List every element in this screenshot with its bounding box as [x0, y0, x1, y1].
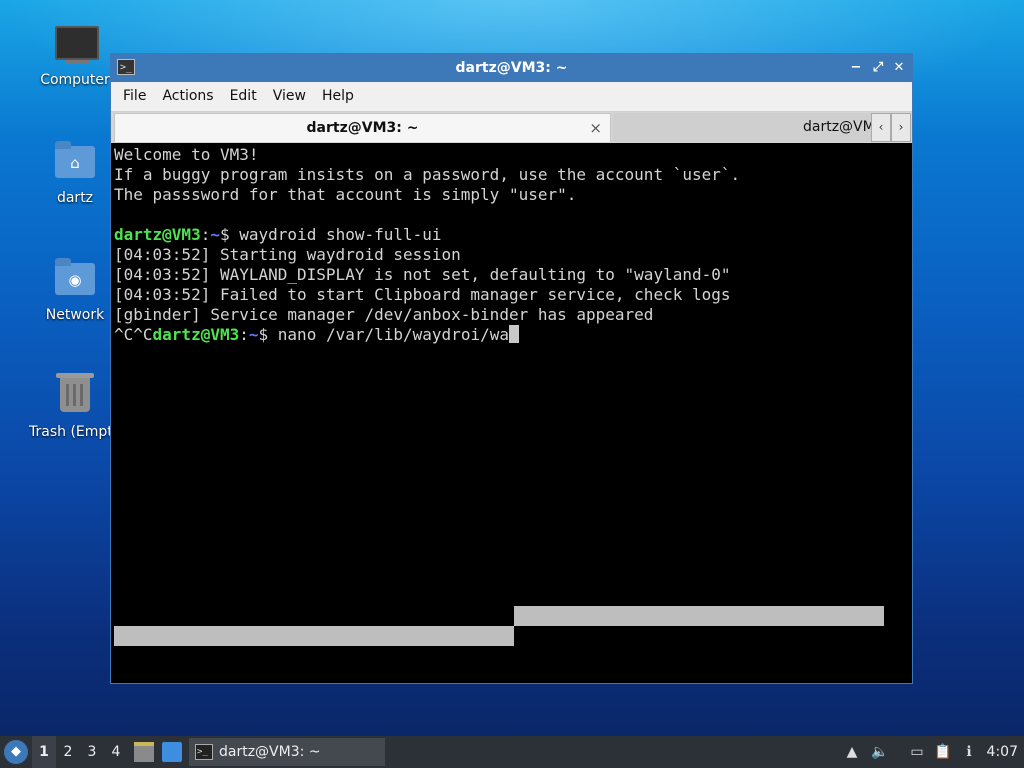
home-folder-icon: ⌂ [53, 140, 97, 184]
maximize-button[interactable]: ⤢ [868, 58, 888, 78]
terminal-icon: >_ [195, 744, 213, 760]
menu-actions[interactable]: Actions [154, 82, 221, 111]
taskbar: ◆ 1 2 3 4 >_ dartz@VM3: ~ ▲ 🔈 ▭ 📋 ℹ 4:07 [0, 736, 1024, 768]
update-notifier-icon[interactable]: ℹ [959, 742, 979, 762]
clock[interactable]: 4:07 [987, 736, 1018, 768]
workspace-3[interactable]: 3 [80, 736, 104, 768]
prompt-user: dartz@VM3 [114, 225, 201, 244]
interrupt-text: ^C^C [114, 325, 153, 344]
terminal-prompt-line: dartz@VM3:~$ waydroid show-full-ui [114, 225, 909, 245]
menu-edit[interactable]: Edit [222, 82, 265, 111]
volume-icon[interactable]: 🔈 [870, 742, 890, 762]
terminal-output[interactable]: Welcome to VM3! If a buggy program insis… [114, 145, 909, 679]
terminal-line: The passsword for that account is simply… [114, 185, 577, 204]
workspace-1[interactable]: 1 [32, 736, 56, 768]
render-artifact-bar [514, 606, 884, 626]
taskbar-item-label: dartz@VM3: ~ [219, 744, 321, 760]
file-manager-icon[interactable] [134, 742, 154, 762]
tab-active[interactable]: dartz@VM3: ~ × [114, 113, 611, 142]
terminal-line: If a buggy program insists on a password… [114, 165, 741, 184]
tab-scroll-right-icon[interactable]: › [891, 113, 911, 142]
menu-file[interactable]: File [115, 82, 154, 111]
prompt-path: ~ [210, 225, 220, 244]
terminal-window: >_ dartz@VM3: ~ − ⤢ ✕ File Actions Edit Vie… [110, 53, 913, 684]
network-icon[interactable]: ▭ [907, 742, 927, 762]
taskbar-item-terminal[interactable]: >_ dartz@VM3: ~ [189, 738, 385, 766]
workspace-4[interactable]: 4 [104, 736, 128, 768]
terminal-line: [04:03:52] WAYLAND_DISPLAY is not set, d… [114, 265, 731, 284]
prompt-colon: : [239, 325, 249, 344]
close-button[interactable]: ✕ [889, 58, 909, 78]
tab-close-icon[interactable]: × [589, 114, 602, 143]
terminal-line: [04:03:52] Starting waydroid session [114, 245, 461, 264]
window-titlebar[interactable]: >_ dartz@VM3: ~ − ⤢ ✕ [111, 54, 912, 82]
command-text: waydroid show-full-ui [229, 225, 442, 244]
upload-icon[interactable]: ▲ [842, 742, 862, 762]
terminal-line: [04:03:52] Failed to start Clipboard man… [114, 285, 731, 304]
terminal-prompt-line: ^C^Cdartz@VM3:~$ nano /var/lib/waydroi/w… [114, 325, 909, 345]
terminal-line: [gbinder] Service manager /dev/anbox-bin… [114, 305, 654, 324]
desktop-icon-trash[interactable]: Trash (Empty) [19, 373, 111, 440]
tab-label: dartz@VM3: ~ [306, 120, 419, 136]
text-cursor [508, 325, 519, 343]
show-desktop-icon[interactable] [162, 742, 182, 762]
menu-view[interactable]: View [265, 82, 314, 111]
menu-help[interactable]: Help [314, 82, 362, 111]
start-menu-icon[interactable]: ◆ [4, 740, 28, 764]
command-text: nano /var/lib/waydroi/wa [268, 325, 509, 344]
minimize-button[interactable]: − [846, 58, 866, 78]
desktop-icon-label: Trash (Empty) [29, 424, 111, 440]
tab-scroll-left-icon[interactable]: ‹ [871, 113, 891, 142]
workspace-2[interactable]: 2 [56, 736, 80, 768]
tab-bar: dartz@VM3: ~ × dartz@VM3: ~ ‹ › [111, 112, 912, 143]
trash-icon [53, 373, 97, 418]
window-title: dartz@VM3: ~ [455, 60, 568, 76]
tab-inactive[interactable]: dartz@VM3: ~ [613, 113, 893, 142]
render-artifact-bar [114, 626, 514, 646]
clipboard-icon[interactable]: 📋 [933, 742, 953, 762]
prompt-colon: : [200, 225, 211, 244]
network-folder-icon: ◉ [53, 257, 97, 301]
menubar: File Actions Edit View Help [111, 82, 912, 112]
prompt-user: dartz@VM3 [152, 325, 240, 344]
prompt-path: ~ [248, 325, 259, 344]
computer-icon [53, 22, 99, 66]
prompt-dollar: $ [219, 225, 230, 244]
terminal-line: Welcome to VM3! [114, 145, 259, 164]
prompt-dollar: $ [258, 325, 269, 344]
